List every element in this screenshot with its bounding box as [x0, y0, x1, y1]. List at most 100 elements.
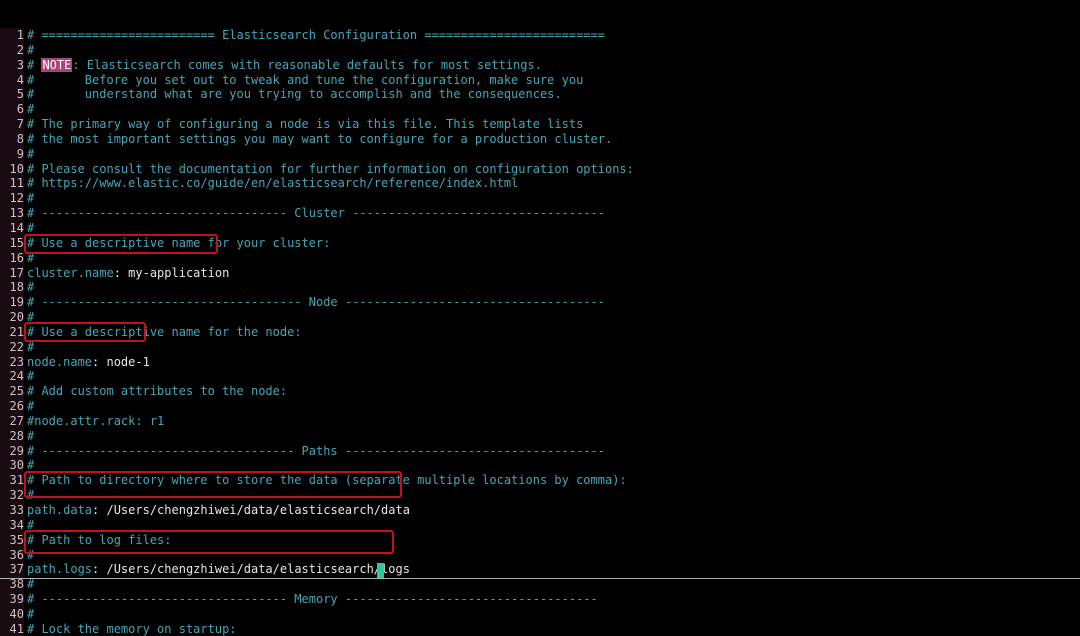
code-line[interactable]: 36 #: [0, 547, 1080, 563]
code-line[interactable]: 32 #: [0, 488, 1080, 503]
line-number: 11: [0, 176, 24, 192]
line-content: #: [27, 102, 34, 117]
code-line[interactable]: 17 cluster.name: my-application: [0, 265, 1080, 281]
text-editor[interactable]: 1 # ======================== Elasticsearc…: [0, 0, 1080, 636]
code-line[interactable]: 37 path.logs: /Users/chengzhiwei/data/ela…: [0, 562, 1080, 578]
code-line[interactable]: 26 #: [0, 399, 1080, 414]
code-line[interactable]: 7 # The primary way of configuring a node…: [0, 117, 1080, 132]
line-number: 27: [0, 413, 24, 429]
code-line[interactable]: 13 # ---------------------------------- C…: [0, 206, 1080, 221]
line-number: 22: [0, 339, 24, 355]
comment-text: #: [27, 488, 35, 503]
code-line[interactable]: 33 path.data: /Users/chengzhiwei/data/ela…: [0, 503, 1080, 518]
code-line[interactable]: 2 #: [0, 42, 1080, 58]
line-number: 15: [0, 235, 24, 251]
line-number: 12: [0, 191, 24, 207]
comment-text: #: [27, 280, 35, 295]
code-line[interactable]: 20 #: [0, 310, 1080, 325]
line-content: #: [27, 429, 34, 444]
code-line[interactable]: 31 # Path to directory where to store the…: [0, 473, 1080, 489]
line-number: 28: [0, 428, 24, 444]
code-line[interactable]: 5 # understand what are you trying to acc…: [0, 87, 1080, 103]
code-line[interactable]: 16 #: [0, 250, 1080, 266]
line-number: 23: [0, 354, 24, 370]
comment-text: # Path to log files:: [27, 532, 172, 547]
line-number: 9: [0, 146, 24, 162]
comment-text: #: [27, 191, 35, 206]
line-number: 14: [0, 220, 24, 236]
code-line[interactable]: 29 # ----------------------------------- …: [0, 443, 1080, 459]
line-number: 25: [0, 384, 24, 400]
comment-text: # Path to directory where to store the d…: [27, 473, 627, 488]
code-line[interactable]: 21 # Use a descriptive name for the node:: [0, 324, 1080, 340]
line-content: #: [27, 369, 34, 384]
line-content: node.name: node-1: [27, 355, 150, 370]
comment-text: # Add custom attributes to the node:: [27, 384, 288, 399]
code-line[interactable]: 3 # NOTE: Elasticsearch comes with reason…: [0, 57, 1080, 73]
code-line[interactable]: 28 #: [0, 428, 1080, 444]
code-line[interactable]: 12 #: [0, 191, 1080, 207]
code-line[interactable]: 14 #: [0, 220, 1080, 236]
code-line[interactable]: 4 # Before you set out to tweak and tune …: [0, 72, 1080, 88]
comment-text: #: [27, 547, 35, 562]
setting-key: path.data: [27, 503, 93, 517]
code-line[interactable]: 24 #: [0, 369, 1080, 385]
line-content: # ---------------------------------- Mem…: [27, 592, 598, 607]
code-line[interactable]: 30 #: [0, 458, 1080, 474]
comment-text: #: [27, 42, 35, 57]
comment-text: # Lock the memory on startup:: [27, 621, 237, 636]
setting-value: : /Users/chengzhiwei/data/elasticsearch/…: [92, 503, 410, 517]
code-line[interactable]: 18 #: [0, 280, 1080, 296]
comment-text: #: [27, 399, 35, 414]
code-line[interactable]: 10 # Please consult the documentation for…: [0, 161, 1080, 177]
line-content: # Lock the memory on startup:: [27, 622, 237, 636]
line-number: 20: [0, 310, 24, 325]
line-number: 24: [0, 369, 24, 385]
code-line[interactable]: 11 # https://www.elastic.co/guide/en/elas…: [0, 176, 1080, 192]
code-line[interactable]: 41 # Lock the memory on startup:: [0, 621, 1080, 636]
line-number: 6: [0, 102, 24, 118]
line-content: # Add custom attributes to the node:: [27, 384, 287, 399]
code-line[interactable]: 22 #: [0, 339, 1080, 355]
code-line[interactable]: 27 #node.attr.rack: r1: [0, 413, 1080, 429]
comment-text: #: [27, 250, 35, 265]
line-content: # ---------------------------------- Clu…: [27, 206, 605, 221]
comment-text: #: [27, 102, 35, 117]
comment-text: # ======================== Elasticsearch…: [27, 28, 605, 42]
code-line[interactable]: 23 node.name: node-1: [0, 354, 1080, 370]
code-line[interactable]: 1 # ======================== Elasticsearc…: [0, 28, 1080, 43]
line-number: 17: [0, 265, 24, 281]
line-number: 40: [0, 606, 24, 622]
line-number: 21: [0, 324, 24, 340]
comment-text: # ---------------------------------- Mem…: [27, 592, 598, 607]
line-content: # Path to directory where to store the d…: [27, 473, 627, 488]
code-line[interactable]: 40 #: [0, 606, 1080, 622]
comment-text: #: [27, 146, 35, 161]
comment-text: #: [27, 428, 35, 443]
code-line[interactable]: 9 #: [0, 146, 1080, 162]
code-line[interactable]: 8 # the most important settings you may w…: [0, 131, 1080, 147]
code-line[interactable]: 39 # ---------------------------------- M…: [0, 592, 1080, 607]
line-content: #: [27, 577, 34, 592]
line-content: #: [27, 607, 34, 622]
line-number: 31: [0, 473, 24, 489]
code-line[interactable]: 19 # ------------------------------------…: [0, 295, 1080, 311]
line-content: # Path to log files:: [27, 533, 172, 548]
code-line[interactable]: 6 #: [0, 102, 1080, 118]
line-content: path.logs: /Users/chengzhiwei/data/elast…: [27, 562, 410, 577]
comment-text: #: [27, 310, 35, 325]
line-content: #: [27, 43, 34, 58]
line-content: #: [27, 191, 34, 206]
code-line[interactable]: 25 # Add custom attributes to the node:: [0, 384, 1080, 400]
code-line[interactable]: 35 # Path to log files:: [0, 532, 1080, 548]
comment-text: # ----------------------------------- Pa…: [27, 443, 605, 458]
line-content: cluster.name: my-application: [27, 266, 229, 281]
comment-text: #: [27, 577, 35, 592]
comment-text: #node.attr.rack: r1: [27, 413, 165, 428]
line-number: 26: [0, 399, 24, 414]
code-line[interactable]: 38 #: [0, 577, 1080, 593]
code-line[interactable]: 15 # Use a descriptive name for your clus…: [0, 235, 1080, 251]
line-content: # ------------------------------------ N…: [27, 295, 605, 310]
code-line[interactable]: 34 #: [0, 517, 1080, 533]
editor-lines: 1 # ======================== Elasticsearc…: [0, 28, 1080, 636]
